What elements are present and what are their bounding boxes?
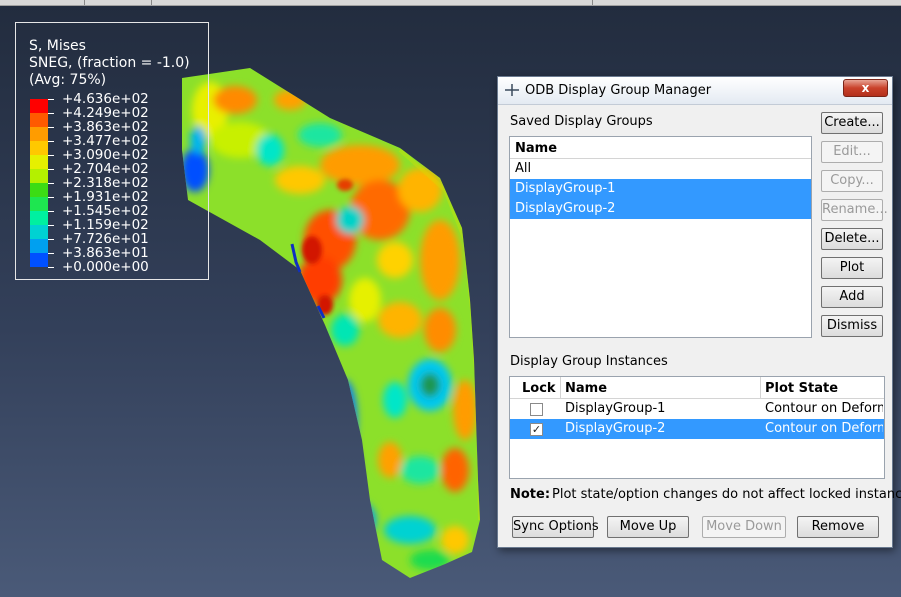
display-group-instances-label: Display Group Instances <box>510 354 668 369</box>
abaqus-app-icon <box>505 84 519 96</box>
instance-name: DisplayGroup-2 <box>565 421 666 436</box>
contour-legend: S, Mises SNEG, (fraction = -1.0) (Avg: 7… <box>15 22 209 280</box>
legend-value: +7.726e+01 <box>62 231 149 247</box>
legend-value: +3.477e+02 <box>62 133 149 149</box>
legend-value: +3.090e+02 <box>62 147 149 163</box>
legend-value: +1.159e+02 <box>62 217 149 233</box>
legend-value: +3.863e+01 <box>62 245 149 261</box>
display-group-instances-table[interactable]: Lock Name Plot State DisplayGroup-1 Conto… <box>509 376 885 479</box>
edit-button[interactable]: Edit... <box>821 141 883 163</box>
legend-variable: S, Mises <box>29 38 86 54</box>
legend-tick <box>48 267 54 268</box>
lock-column-header[interactable]: Lock <box>522 381 556 396</box>
legend-tick <box>48 225 54 226</box>
legend-tick <box>48 253 54 254</box>
legend-color-swatch <box>30 253 48 267</box>
legend-color-swatch <box>30 141 48 155</box>
saved-group-row[interactable]: All <box>510 159 811 179</box>
legend-value: +0.000e+00 <box>62 259 149 275</box>
legend-value: +3.863e+02 <box>62 119 149 135</box>
legend-color-swatch <box>30 99 48 113</box>
instance-name: DisplayGroup-1 <box>565 401 666 416</box>
legend-value: +1.545e+02 <box>62 203 149 219</box>
legend-value: +2.318e+02 <box>62 175 149 191</box>
legend-option: SNEG, (fraction = -1.0) <box>29 55 190 71</box>
note-label: Note: <box>510 487 551 502</box>
legend-tick <box>48 155 54 156</box>
legend-tick <box>48 211 54 212</box>
dialog-titlebar[interactable]: ODB Display Group Manager x <box>498 77 892 105</box>
dialog-title: ODB Display Group Manager <box>525 83 712 98</box>
legend-color-swatch <box>30 197 48 211</box>
instance-plot-state: Contour on Deformed Shape <box>765 401 883 416</box>
legend-color-swatch <box>30 239 48 253</box>
legend-tick <box>48 127 54 128</box>
delete-button[interactable]: Delete... <box>821 228 883 250</box>
saved-group-row[interactable]: DisplayGroup-1 <box>510 179 811 199</box>
move-down-button[interactable]: Move Down <box>702 516 786 538</box>
legend-tick <box>48 197 54 198</box>
legend-color-swatch <box>30 211 48 225</box>
remove-button[interactable]: Remove <box>797 516 879 538</box>
move-up-button[interactable]: Move Up <box>607 516 689 538</box>
dismiss-button[interactable]: Dismiss <box>821 315 883 337</box>
rename-button[interactable]: Rename... <box>821 199 888 221</box>
legend-value: +4.636e+02 <box>62 91 149 107</box>
legend-color-swatch <box>30 225 48 239</box>
saved-display-groups-list[interactable]: Name All DisplayGroup-1 DisplayGroup-2 <box>509 136 812 338</box>
plot-state-column-header[interactable]: Plot State <box>765 381 838 396</box>
legend-color-swatch <box>30 127 48 141</box>
lock-checkbox[interactable] <box>530 403 543 416</box>
saved-display-groups-label: Saved Display Groups <box>510 114 653 129</box>
plot-button[interactable]: Plot <box>821 257 883 279</box>
legend-color-swatch <box>30 113 48 127</box>
odb-display-group-manager-dialog: ODB Display Group Manager x Saved Displa… <box>497 76 901 548</box>
legend-tick <box>48 169 54 170</box>
copy-button[interactable]: Copy... <box>821 170 883 192</box>
legend-color-swatch <box>30 183 48 197</box>
add-button[interactable]: Add <box>821 286 883 308</box>
note-text: Plot state/option changes do not affect … <box>552 487 901 502</box>
legend-tick <box>48 99 54 100</box>
legend-value: +2.704e+02 <box>62 161 149 177</box>
name-column-header[interactable]: Name <box>565 381 607 396</box>
legend-averaging: (Avg: 75%) <box>29 72 107 88</box>
saved-group-row[interactable]: DisplayGroup-2 <box>510 199 811 219</box>
legend-value: +1.931e+02 <box>62 189 149 205</box>
legend-tick <box>48 113 54 114</box>
legend-color-swatch <box>30 155 48 169</box>
saved-name-header[interactable]: Name <box>515 141 557 156</box>
close-button[interactable]: x <box>843 79 888 97</box>
legend-color-swatch <box>30 169 48 183</box>
legend-value: +4.249e+02 <box>62 105 149 121</box>
create-button[interactable]: Create... <box>821 112 883 134</box>
legend-tick <box>48 141 54 142</box>
sync-options-button[interactable]: Sync Options <box>512 516 599 538</box>
legend-tick <box>48 239 54 240</box>
legend-tick <box>48 183 54 184</box>
instance-plot-state: Contour on Deformed Shape <box>765 421 883 436</box>
lock-checkbox[interactable]: ✓ <box>530 423 543 436</box>
